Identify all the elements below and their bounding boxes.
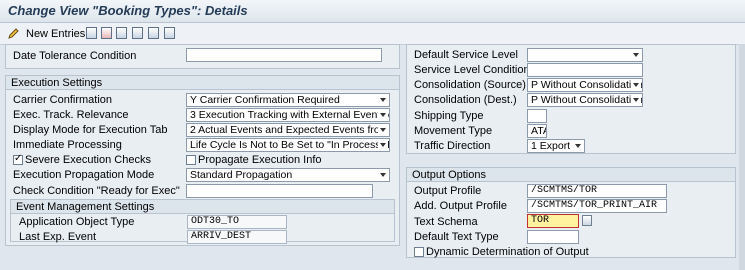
propagation-mode-select[interactable]: Standard Propagation <box>186 168 390 182</box>
select-icon[interactable] <box>164 27 175 39</box>
last-exp-event-label: Last Exp. Event <box>19 231 97 243</box>
consolidation-source-label: Consolidation (Source) <box>414 79 526 91</box>
event-management-heading: Event Management Settings <box>11 200 394 214</box>
application-toolbar: New Entries <box>0 23 745 45</box>
chevron-down-icon[interactable] <box>378 140 388 150</box>
previous-entry-icon[interactable] <box>132 27 143 39</box>
output-profile-field[interactable]: /SCMTMS/TOR <box>527 184 667 198</box>
last-exp-event-field[interactable]: ARRIV_DEST <box>187 230 287 244</box>
shipping-type-field[interactable] <box>527 109 547 123</box>
execution-settings-heading: Execution Settings <box>6 76 399 90</box>
immediate-processing-label: Immediate Processing <box>13 139 122 151</box>
consolidation-dest-label: Consolidation (Dest.) <box>414 94 517 106</box>
shipping-type-label: Shipping Type <box>414 110 484 122</box>
undo-icon[interactable] <box>116 27 127 39</box>
chevron-down-icon[interactable] <box>378 95 388 105</box>
display-mode-label: Display Mode for Execution Tab <box>13 124 168 136</box>
severe-checks-label: Severe Execution Checks <box>25 154 151 166</box>
movement-type-label: Movement Type <box>414 125 493 137</box>
carrier-confirmation-select[interactable]: Y Carrier Confirmation Required <box>186 93 390 107</box>
default-service-level-label: Default Service Level <box>414 49 518 61</box>
add-output-profile-label: Add. Output Profile <box>414 200 507 212</box>
default-text-type-label: Default Text Type <box>414 231 499 243</box>
output-options-panel: Output Options Output Profile /SCMTMS/TO… <box>406 167 736 258</box>
dynamic-determination-checkbox[interactable] <box>414 247 424 257</box>
check-condition-label: Check Condition "Ready for Exec" <box>13 185 180 197</box>
propagation-mode-label: Execution Propagation Mode <box>13 169 155 181</box>
movement-type-field[interactable]: ATA <box>527 124 547 138</box>
default-text-type-field[interactable] <box>527 230 579 244</box>
traffic-direction-label: Traffic Direction <box>414 140 491 152</box>
exec-track-relevance-select[interactable]: 3 Execution Tracking with External Event… <box>186 108 390 122</box>
immediate-processing-select[interactable]: Life Cycle Is Not to Be Set to "In Proce… <box>186 138 390 152</box>
pencil-icon[interactable] <box>7 27 20 40</box>
general-panel: Date Tolerance Condition <box>5 44 400 69</box>
value-help-icon[interactable] <box>582 215 592 226</box>
dynamic-determination-label: Dynamic Determination of Output <box>426 246 589 258</box>
execution-settings-panel: Execution Settings Carrier Confirmation … <box>5 75 400 246</box>
app-object-type-label: Application Object Type <box>19 216 135 228</box>
delete-icon[interactable] <box>101 27 112 39</box>
service-panel: Default Service Level Service Level Cond… <box>406 44 736 154</box>
chevron-down-icon[interactable] <box>631 95 641 105</box>
chevron-down-icon[interactable] <box>573 141 583 151</box>
service-level-condition-label: Service Level Condition <box>414 64 530 76</box>
chevron-down-icon[interactable] <box>631 50 641 60</box>
service-level-condition-field[interactable] <box>527 63 643 77</box>
copy-icon[interactable] <box>86 27 97 39</box>
severe-checks-checkbox[interactable] <box>13 153 23 165</box>
text-schema-field[interactable]: TOR <box>527 214 579 228</box>
page-title: Change View "Booking Types": Details <box>8 3 248 18</box>
output-profile-label: Output Profile <box>414 185 482 197</box>
propagate-info-checkbox[interactable] <box>186 155 196 165</box>
title-bar: Change View "Booking Types": Details <box>0 0 745 23</box>
default-service-level-select[interactable] <box>527 48 643 62</box>
display-mode-select[interactable]: 2 Actual Events and Expected Events from… <box>186 123 390 137</box>
chevron-down-icon[interactable] <box>378 170 388 180</box>
chevron-down-icon[interactable] <box>378 110 388 120</box>
consolidation-source-select[interactable]: P Without Consolidation <box>527 78 643 92</box>
consolidation-dest-select[interactable]: P Without Consolidation <box>527 93 643 107</box>
chevron-down-icon[interactable] <box>378 125 388 135</box>
add-output-profile-field[interactable]: /SCMTMS/TOR_PRINT_AIR <box>527 199 667 213</box>
carrier-confirmation-label: Carrier Confirmation <box>13 94 113 106</box>
chevron-down-icon[interactable] <box>631 80 641 90</box>
app-object-type-field[interactable]: ODT30_TO <box>187 215 287 229</box>
next-entry-icon[interactable] <box>148 27 159 39</box>
new-entries-button[interactable]: New Entries <box>26 28 85 40</box>
traffic-direction-select[interactable]: 1 Export <box>527 139 585 153</box>
vertical-scrollbar[interactable] <box>739 44 745 270</box>
output-options-heading: Output Options <box>407 168 735 182</box>
check-condition-field[interactable] <box>186 184 373 198</box>
text-schema-label: Text Schema <box>414 216 478 228</box>
date-tolerance-field[interactable] <box>186 48 382 62</box>
propagate-info-label: Propagate Execution Info <box>198 154 322 166</box>
exec-track-relevance-label: Exec. Track. Relevance <box>13 109 129 121</box>
event-management-panel: Event Management Settings Application Ob… <box>10 199 395 244</box>
date-tolerance-label: Date Tolerance Condition <box>13 50 137 62</box>
